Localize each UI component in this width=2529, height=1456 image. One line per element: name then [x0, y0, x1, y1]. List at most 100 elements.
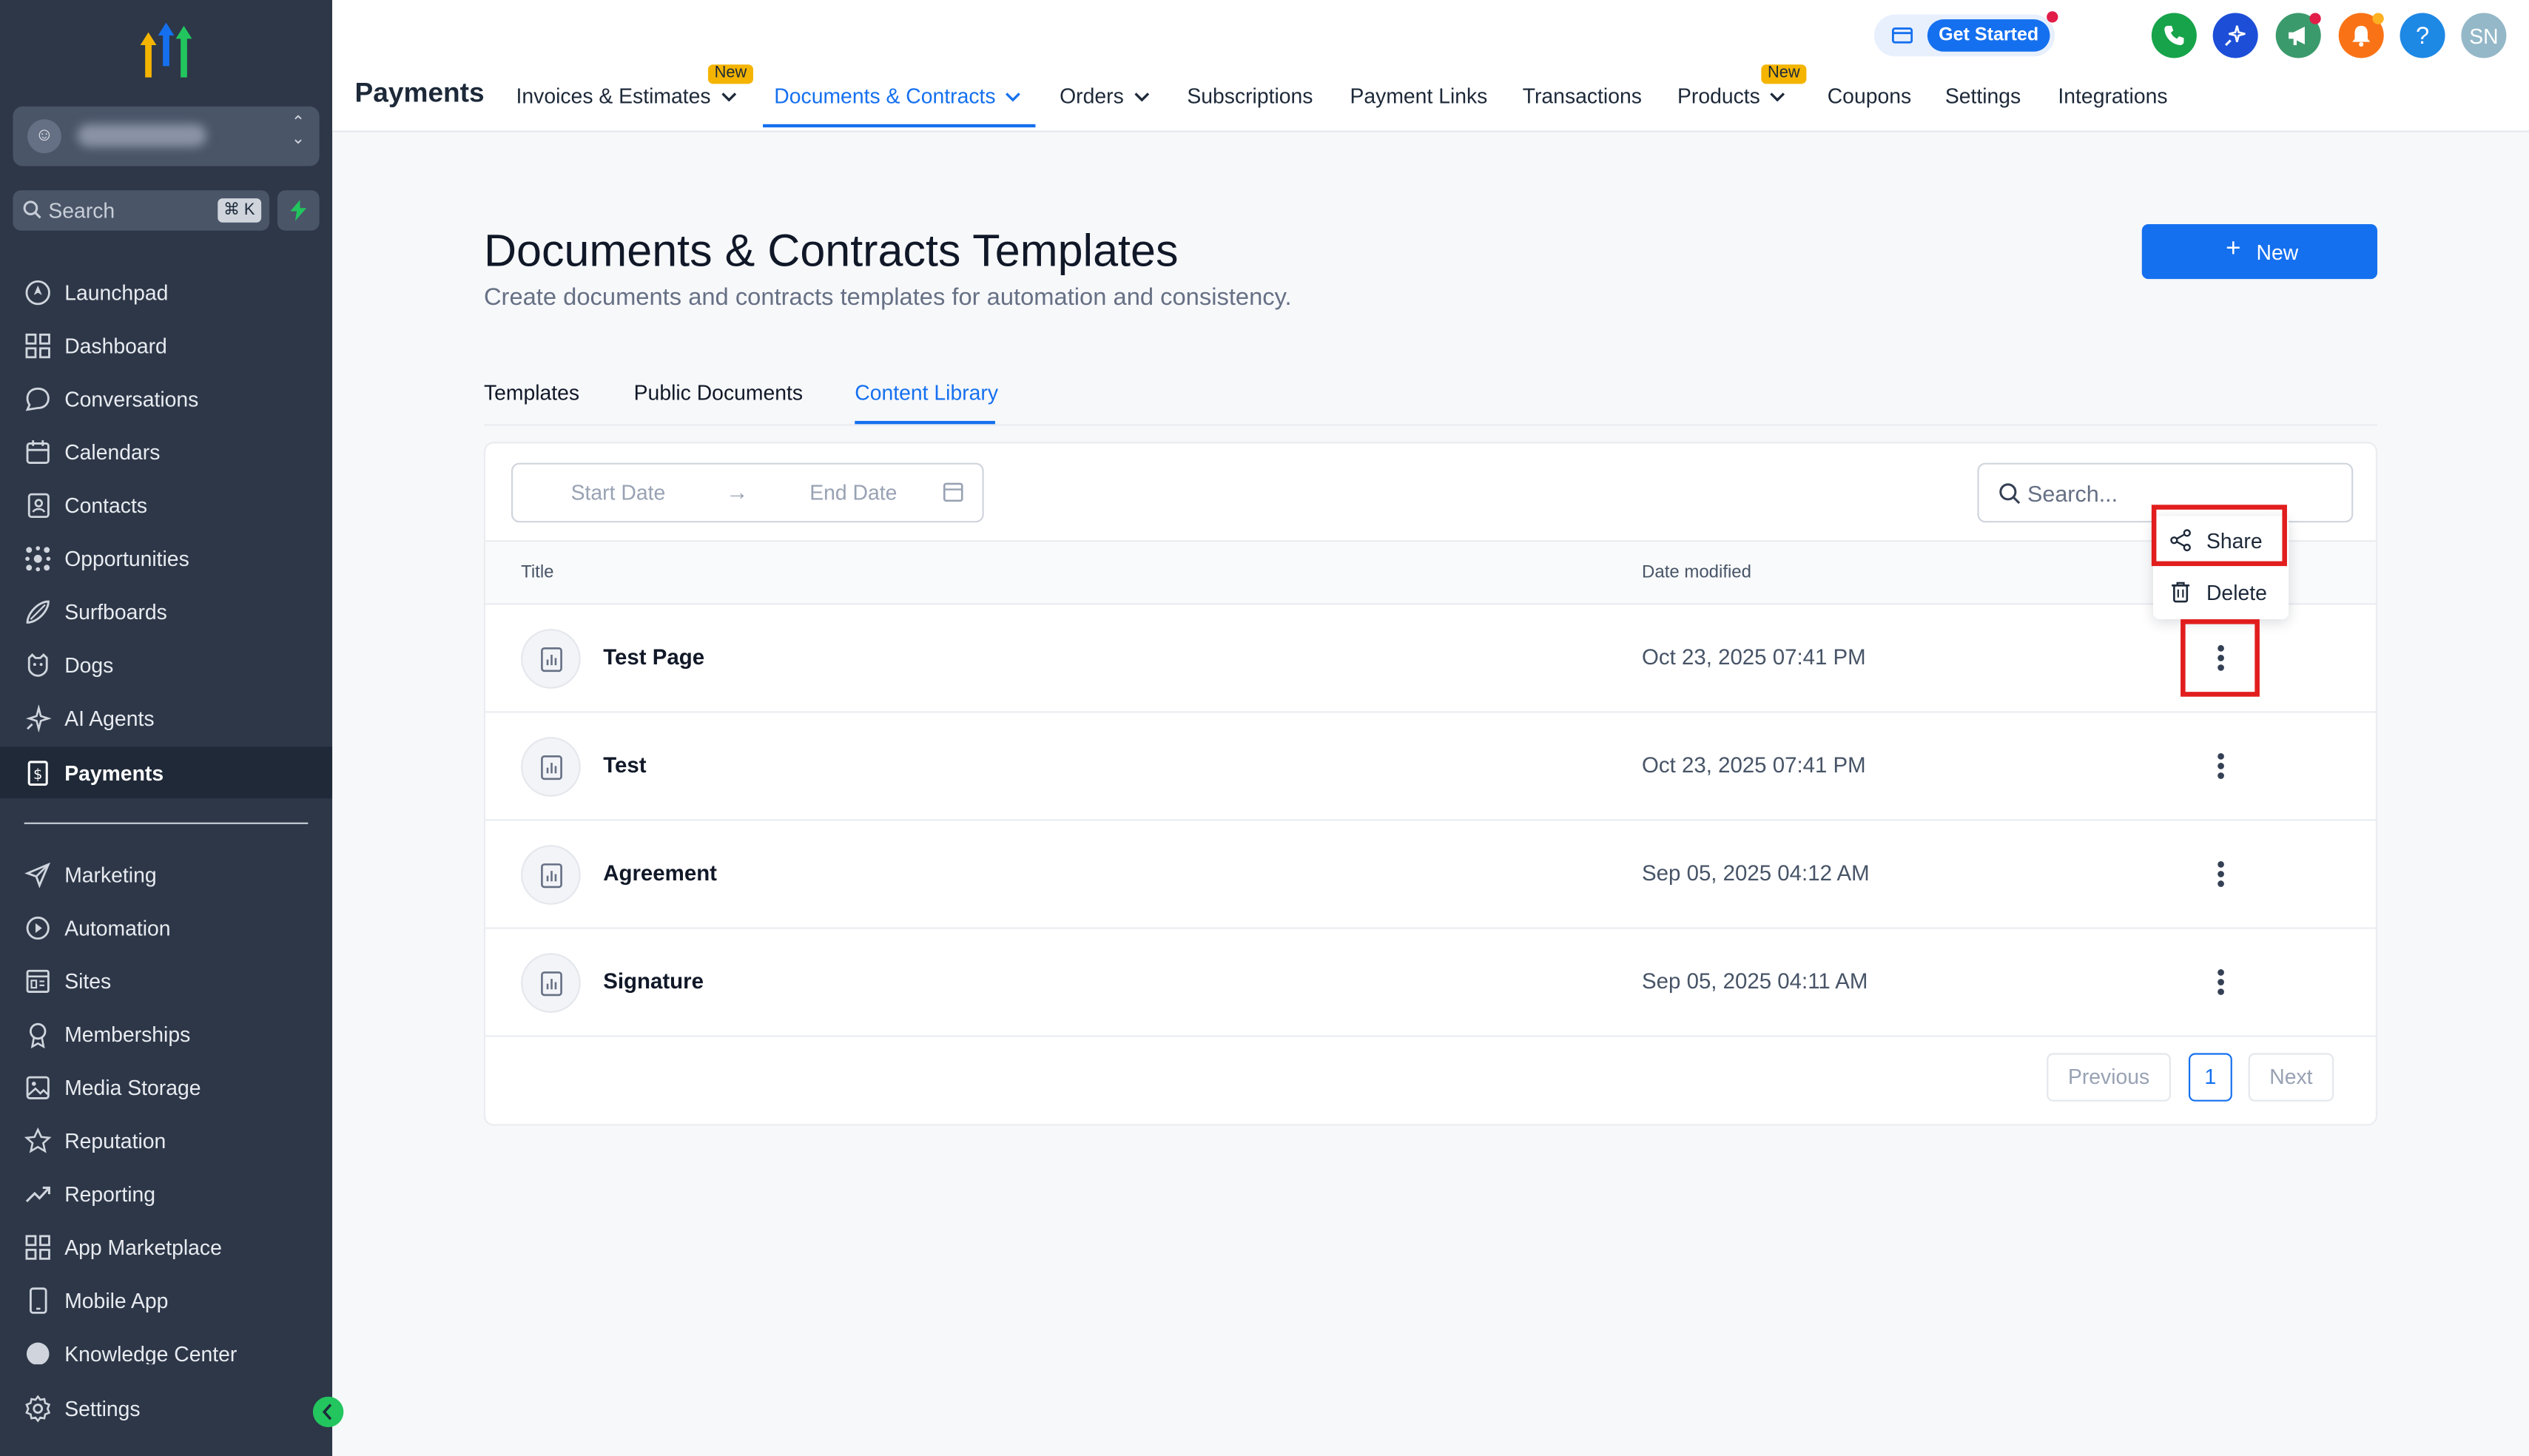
pagination-page-1[interactable]: 1 — [2188, 1053, 2232, 1102]
collapse-sidebar-button[interactable] — [312, 1396, 344, 1428]
row-date: Oct 23, 2025 07:41 PM — [1642, 752, 1866, 778]
svg-text:$: $ — [33, 766, 42, 783]
sidebar-item-sites[interactable]: Sites — [0, 954, 332, 1006]
sidebar-search-label: Search — [48, 198, 115, 223]
tab-products[interactable]: Products — [1677, 84, 1786, 108]
tab-integrations[interactable]: Integrations — [2058, 84, 2167, 108]
end-date-input[interactable]: End Date — [809, 481, 897, 505]
notification-dot — [2047, 11, 2058, 23]
calendar-icon — [26, 440, 50, 465]
get-started-button[interactable]: Get Started — [1927, 19, 2050, 52]
sidebar-search[interactable]: Search ⌘ K — [13, 190, 270, 231]
sidebar-item-calendars[interactable]: Calendars — [0, 425, 332, 477]
star-icon — [24, 1127, 52, 1153]
help-icon: ? — [2415, 22, 2430, 50]
image-icon — [26, 1076, 50, 1099]
pagination-next-button[interactable]: Next — [2248, 1053, 2334, 1102]
subtab-public-documents[interactable]: Public Documents — [634, 380, 803, 405]
dashboard-icon — [25, 333, 50, 359]
new-template-button[interactable]: + New — [2141, 223, 2378, 280]
sidebar-item-reporting[interactable]: Reporting — [0, 1167, 332, 1219]
subtab-templates[interactable]: Templates — [484, 380, 579, 405]
sidebar-item-surfboards[interactable]: Surfboards — [0, 585, 332, 637]
tab-orders[interactable]: Orders — [1060, 84, 1149, 108]
active-subtab-indicator — [855, 420, 995, 425]
chevron-down-icon — [1006, 92, 1021, 102]
sidebar-item-app-marketplace[interactable]: App Marketplace — [0, 1221, 332, 1273]
chevron-down-icon — [1134, 92, 1149, 102]
subtab-content-library[interactable]: Content Library — [855, 380, 998, 405]
tab-coupons[interactable]: Coupons — [1828, 84, 1911, 108]
chevron-left-icon — [322, 1403, 332, 1420]
phone-icon — [2164, 25, 2184, 46]
row-title[interactable]: Test — [603, 753, 646, 778]
sidebar-item-settings[interactable]: Settings — [0, 1382, 332, 1434]
sidebar-scroll-clip: Knowledge Center — [0, 1332, 332, 1365]
row-actions-button[interactable] — [2205, 748, 2237, 783]
contacts-icon — [27, 493, 50, 519]
start-date-input[interactable]: Start Date — [571, 481, 666, 505]
mobile-icon — [29, 1287, 47, 1314]
sidebar-item-reputation[interactable]: Reputation — [0, 1114, 332, 1166]
new-badge: New — [1761, 64, 1807, 84]
date-range-picker[interactable]: Start Date → End Date — [511, 462, 984, 523]
sidebar-item-memberships[interactable]: Memberships — [0, 1008, 332, 1059]
sidebar-item-dogs[interactable]: Dogs — [0, 638, 332, 690]
sidebar-item-opportunities[interactable]: Opportunities — [0, 532, 332, 584]
content-library-table-card: Start Date → End Date Search... Title Da… — [483, 442, 2378, 1126]
sidebar-item-knowledge-center[interactable]: Knowledge Center — [0, 1332, 332, 1365]
chevron-updown-icon: ⌃ ⌄ — [291, 114, 305, 149]
sidebar-item-marketing[interactable]: Marketing — [0, 849, 332, 900]
column-title: Title — [521, 562, 554, 582]
row-actions-button[interactable] — [2205, 965, 2237, 1000]
table-row[interactable]: Test Oct 23, 2025 07:41 PM — [485, 712, 2376, 821]
award-icon — [29, 1022, 47, 1048]
sidebar-item-media-storage[interactable]: Media Storage — [0, 1061, 332, 1113]
tab-documents-contracts[interactable]: Documents & Contracts — [774, 84, 1021, 108]
row-title[interactable]: Agreement — [603, 861, 717, 886]
quick-actions-button[interactable] — [277, 190, 320, 231]
sidebar-item-conversations[interactable]: Conversations — [0, 373, 332, 425]
page-title: Documents & Contracts Templates — [483, 226, 1179, 276]
tab-subscriptions[interactable]: Subscriptions — [1187, 84, 1313, 108]
sidebar-item-launchpad[interactable]: Launchpad — [0, 266, 332, 318]
account-switcher[interactable]: ☺ ⌃ ⌄ — [13, 106, 320, 166]
pagination-previous-button[interactable]: Previous — [2047, 1053, 2172, 1102]
sidebar-item-mobile-app[interactable]: Mobile App — [0, 1274, 332, 1326]
sites-icon — [26, 969, 50, 993]
row-title[interactable]: Signature — [603, 969, 704, 994]
tab-settings[interactable]: Settings — [1945, 84, 2021, 108]
document-icon — [521, 845, 581, 905]
notifications-button[interactable] — [2338, 13, 2384, 58]
phone-button[interactable] — [2151, 13, 2197, 58]
notification-dot — [2309, 13, 2321, 24]
tab-transactions[interactable]: Transactions — [1523, 84, 1642, 108]
brand-logo[interactable] — [135, 22, 197, 81]
sidebar-item-ai-agents[interactable]: AI Agents — [0, 692, 332, 744]
table-row[interactable]: Signature Sep 05, 2025 04:11 AM — [485, 929, 2376, 1037]
sidebar-item-contacts[interactable]: Contacts — [0, 479, 332, 530]
info-icon — [26, 1342, 50, 1365]
menu-item-delete[interactable]: Delete — [2153, 567, 2289, 616]
sidebar-item-payments[interactable]: $ Payments — [0, 746, 333, 799]
sidebar-item-automation[interactable]: Automation — [0, 902, 332, 954]
announcements-button[interactable] — [2275, 13, 2321, 58]
row-title[interactable]: Test Page — [603, 645, 704, 670]
get-started-widget[interactable]: Get Started — [1873, 11, 2058, 57]
tab-payment-links[interactable]: Payment Links — [1350, 84, 1487, 108]
ai-assistant-button[interactable] — [2212, 13, 2258, 58]
row-date: Sep 05, 2025 04:12 AM — [1642, 861, 1870, 886]
help-button[interactable]: ? — [2400, 13, 2445, 58]
chevron-down-icon — [1770, 92, 1785, 102]
trash-icon — [2172, 582, 2190, 603]
sparkle-icon — [2225, 25, 2246, 47]
row-actions-button[interactable] — [2205, 856, 2237, 892]
table-row[interactable]: Agreement Sep 05, 2025 04:12 AM — [485, 821, 2376, 929]
column-date-modified[interactable]: Date modified — [1642, 563, 1751, 582]
table-row[interactable]: Test Page Oct 23, 2025 07:41 PM — [485, 604, 2376, 713]
trend-icon — [25, 1186, 51, 1203]
sidebar-item-dashboard[interactable]: Dashboard — [0, 320, 332, 371]
user-avatar[interactable]: SN — [2461, 13, 2507, 58]
tab-invoices-estimates[interactable]: Invoices & Estimates — [516, 84, 737, 108]
bolt-icon — [290, 200, 307, 221]
